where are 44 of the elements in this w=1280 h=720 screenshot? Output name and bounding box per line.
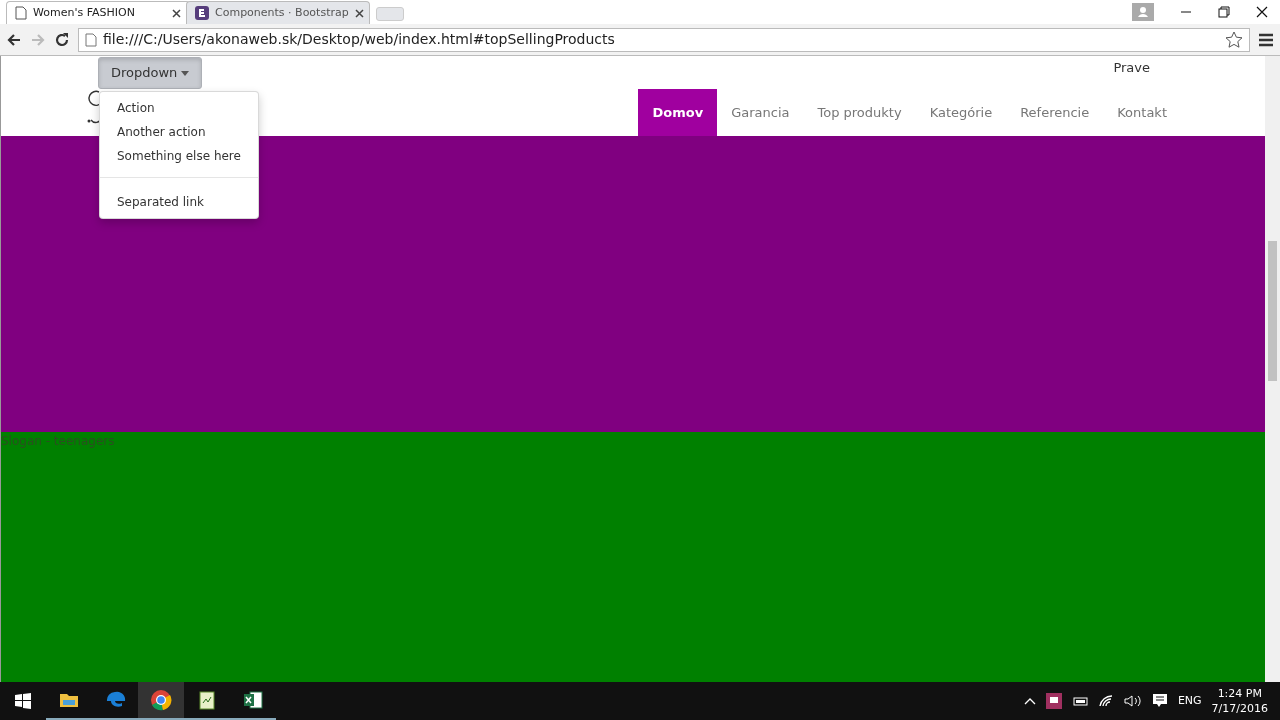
- dropdown-button[interactable]: Dropdown: [98, 57, 203, 89]
- chevron-up-icon[interactable]: [1023, 697, 1036, 705]
- clock-time: 1:24 PM: [1216, 686, 1263, 701]
- notepad-icon: [196, 689, 218, 711]
- restore-icon[interactable]: [1218, 6, 1230, 18]
- nav-link[interactable]: Top produkty: [803, 89, 916, 136]
- clock-date: 7/17/2016: [1211, 701, 1268, 716]
- close-icon[interactable]: [1256, 6, 1268, 18]
- close-icon[interactable]: [172, 8, 181, 18]
- speaker-icon[interactable]: [1123, 694, 1142, 708]
- browser-tab[interactable]: Components · Bootstrap: [186, 1, 370, 24]
- menu-icon[interactable]: [1258, 32, 1274, 47]
- battery-icon[interactable]: [1071, 695, 1088, 707]
- nav-link[interactable]: Kontakt: [1103, 89, 1181, 136]
- address-bar[interactable]: file:///C:/Users/akonaweb.sk/Desktop/web/index.html#topSellingProducts: [78, 27, 1250, 52]
- menu-item[interactable]: Another action: [100, 120, 258, 144]
- app-tray-icon[interactable]: [1045, 693, 1062, 709]
- address-text: file:///C:/Users/akonaweb.sk/Desktop/web/index.html#topSellingProducts: [103, 30, 616, 49]
- windows-icon: [15, 693, 31, 709]
- nav-link[interactable]: Garancia: [717, 89, 804, 136]
- nav-link[interactable]: Referencie: [1006, 89, 1104, 136]
- chrome-icon: [150, 689, 172, 711]
- taskbar-app[interactable]: [138, 682, 184, 720]
- excel-icon: [242, 689, 264, 711]
- nav-link[interactable]: Kategórie: [915, 89, 1007, 136]
- wifi-icon[interactable]: [1097, 694, 1114, 708]
- tab-title: Components · Bootstrap: [215, 4, 349, 21]
- close-icon[interactable]: [354, 8, 364, 18]
- caret-icon: [181, 71, 190, 77]
- reload-icon[interactable]: [54, 31, 70, 48]
- page-icon: [85, 32, 97, 47]
- menu-item[interactable]: Action: [100, 96, 258, 120]
- page-icon: [15, 6, 27, 20]
- tab-title: Women's FASHION: [33, 4, 136, 21]
- top-link[interactable]: Prave: [1113, 58, 1150, 78]
- menu-item[interactable]: Separated link: [100, 190, 258, 214]
- star-icon[interactable]: [1225, 30, 1243, 49]
- scrollbar-thumb[interactable]: [1268, 241, 1277, 381]
- notification-icon[interactable]: [1151, 693, 1168, 709]
- language-indicator[interactable]: ENG: [1177, 692, 1202, 710]
- scrollbar[interactable]: [1265, 56, 1280, 682]
- nav-link[interactable]: Domov: [638, 89, 718, 136]
- menu-item[interactable]: Something else here: [100, 144, 258, 168]
- back-icon[interactable]: [6, 31, 22, 48]
